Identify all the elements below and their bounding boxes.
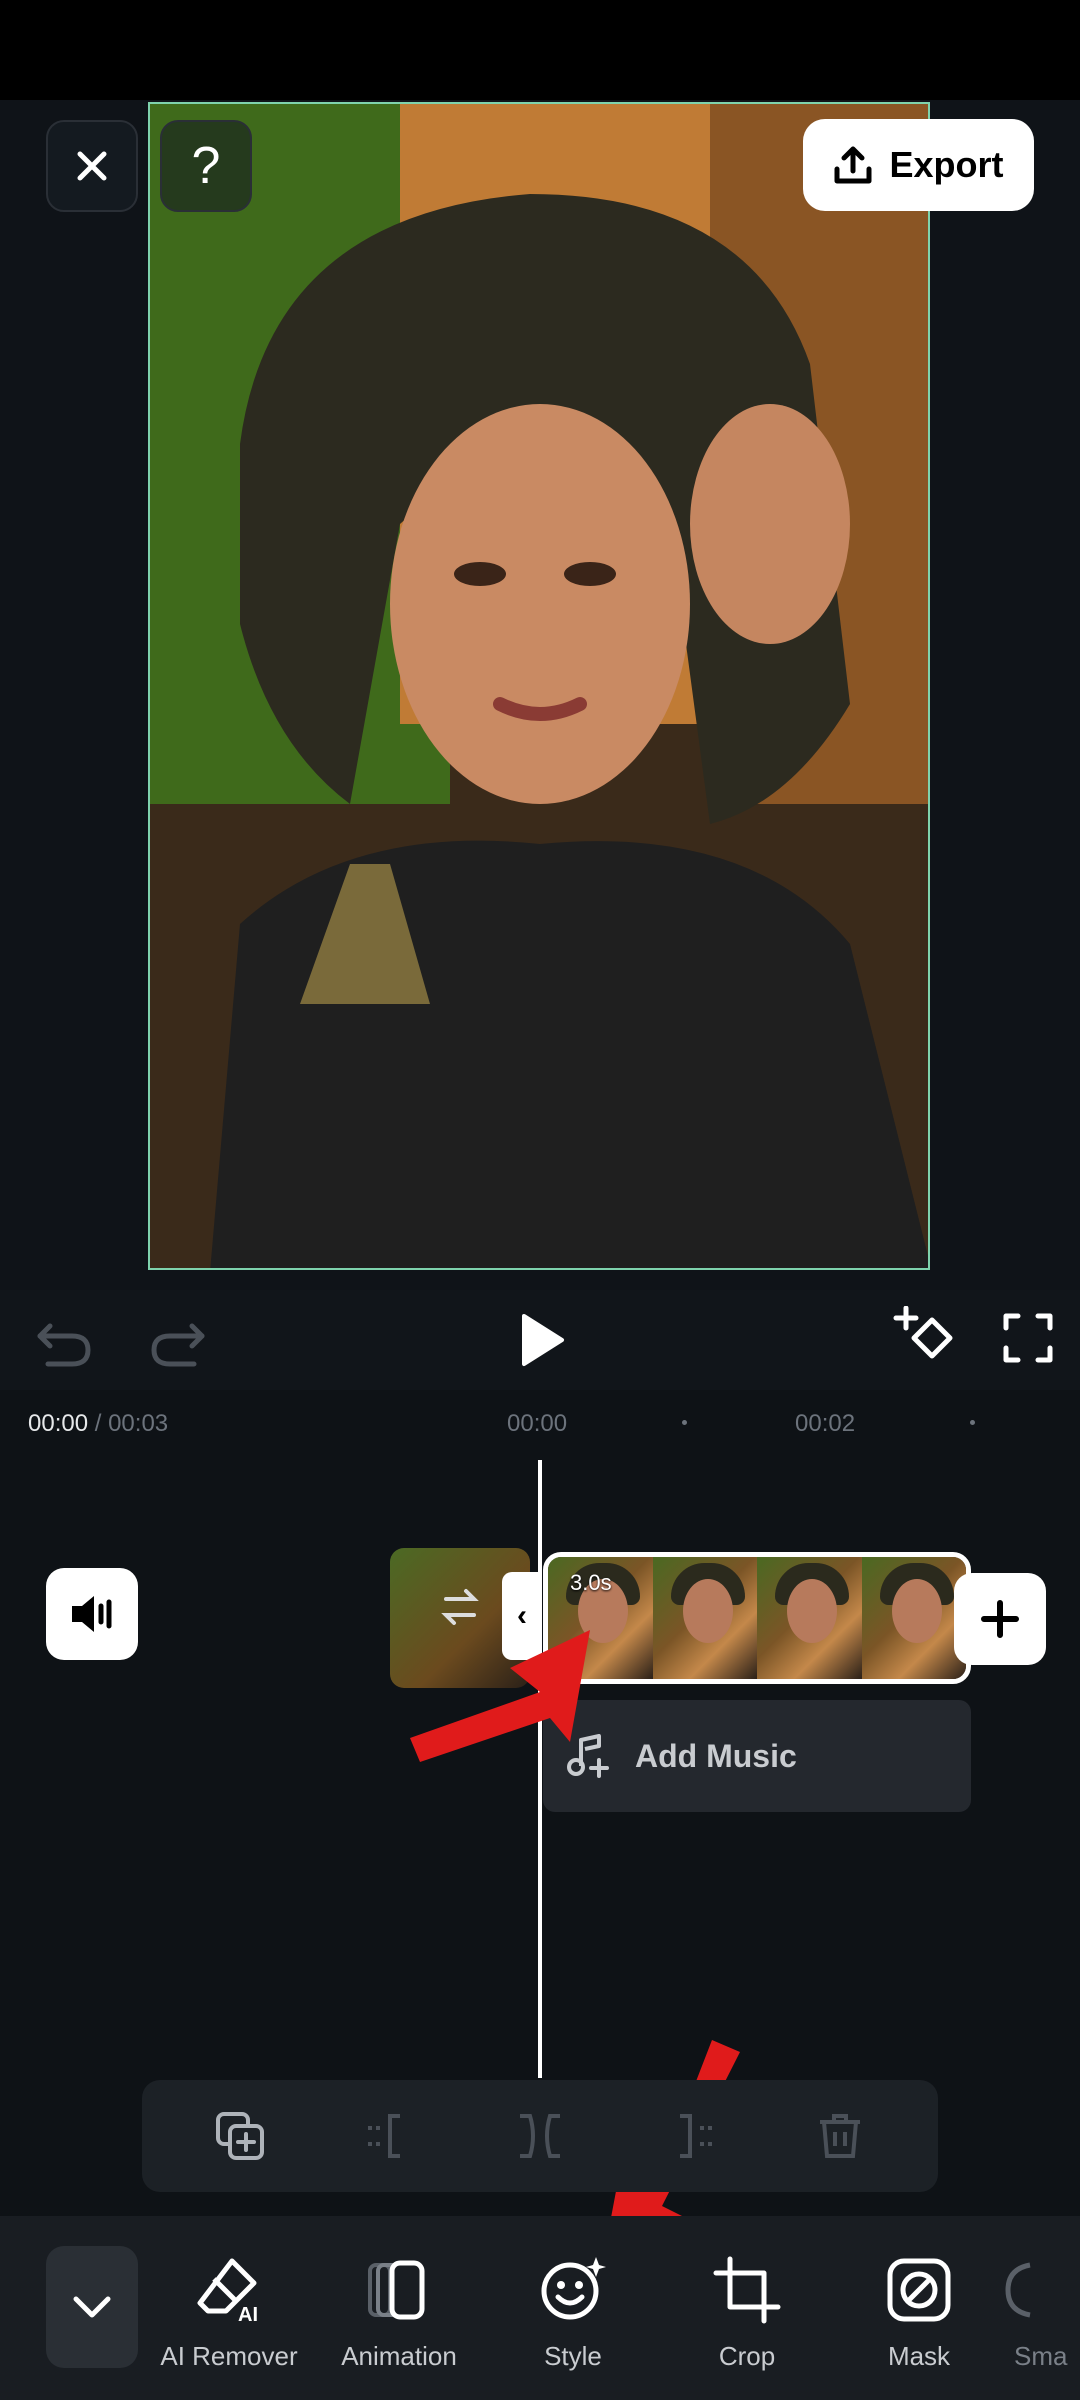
duplicate-icon [216,2112,264,2160]
tab-style[interactable]: Style [488,2255,658,2375]
help-button[interactable]: ? [160,120,252,212]
tab-mask[interactable]: Mask [834,2255,1004,2375]
clip-duration-label: 3.0s [570,1570,612,1595]
trim-right-icon [680,2114,712,2158]
ruler-dot [682,1420,687,1425]
clip-thumbnail [861,1557,966,1679]
eraser-ai-icon: AI [197,2258,258,2325]
collapse-toolbar-button[interactable] [46,2246,138,2368]
add-keyframe-icon[interactable] [892,1306,956,1370]
split-left-button[interactable] [360,2106,420,2166]
fullscreen-icon[interactable] [1002,1312,1054,1364]
upload-icon [834,146,872,184]
tab-label: AI Remover [160,2341,298,2371]
plus-icon [981,1600,1019,1638]
redo-icon[interactable] [150,1320,206,1370]
tab-crop[interactable]: Crop [662,2255,832,2375]
help-icon: ? [191,137,221,195]
time-display: 00:00 / 00:03 [28,1410,168,1438]
close-button[interactable] [46,120,138,212]
add-music-label: Add Music [635,1737,797,1774]
tab-label: Animation [341,2341,457,2371]
trim-left-icon [368,2114,400,2158]
ruler-mark: 00:02 [795,1410,856,1437]
clip-audio-toggle[interactable] [46,1568,138,1660]
mask-icon [887,2258,951,2322]
clip-edit-toolbar [142,2080,938,2192]
play-icon[interactable] [516,1312,566,1368]
duplicate-button[interactable] [210,2106,270,2166]
chevron-down-icon [73,2296,111,2318]
tab-label: Crop [718,2341,776,2371]
split-button[interactable] [510,2106,570,2166]
tab-label: Style [544,2341,602,2371]
trash-icon [820,2114,860,2158]
undo-icon[interactable] [36,1320,92,1370]
red-arrow-annotation [410,1630,590,1762]
add-clip-button[interactable] [954,1573,1046,1665]
clip-thumbnail [652,1557,757,1679]
delete-button[interactable] [810,2106,870,2166]
speaker-icon [72,1596,112,1632]
add-music-button[interactable]: Add Music [543,1700,971,1812]
clip-thumbnail [757,1557,862,1679]
tab-smart[interactable]: Sma [994,2255,1080,2375]
smart-icon [1005,2262,1031,2318]
tab-ai-remover[interactable]: AI AI Remover [144,2255,314,2375]
total-time: 00:03 [108,1410,169,1437]
animation-icon [368,2260,425,2320]
tab-label: Sma [1014,2341,1068,2371]
status-bar [0,0,1080,100]
export-button[interactable]: Export [803,119,1034,211]
svg-text:AI: AI [238,2304,258,2325]
tab-animation[interactable]: Animation [314,2255,484,2375]
export-label: Export [889,144,1004,185]
smiley-sparkle-icon [541,2257,606,2320]
ruler-dot [970,1420,975,1425]
crop-icon [713,2256,781,2324]
portrait-image [150,104,928,1268]
tab-label: Mask [887,2341,951,2371]
playback-controls [0,1290,1080,1390]
current-time: 00:00 [28,1410,89,1437]
video-preview-frame[interactable] [148,102,930,1270]
close-icon [77,151,107,181]
split-icon [520,2114,560,2158]
ruler-mark: 00:00 [507,1410,568,1437]
split-right-button[interactable] [660,2106,720,2166]
time-separator: / [88,1410,109,1437]
